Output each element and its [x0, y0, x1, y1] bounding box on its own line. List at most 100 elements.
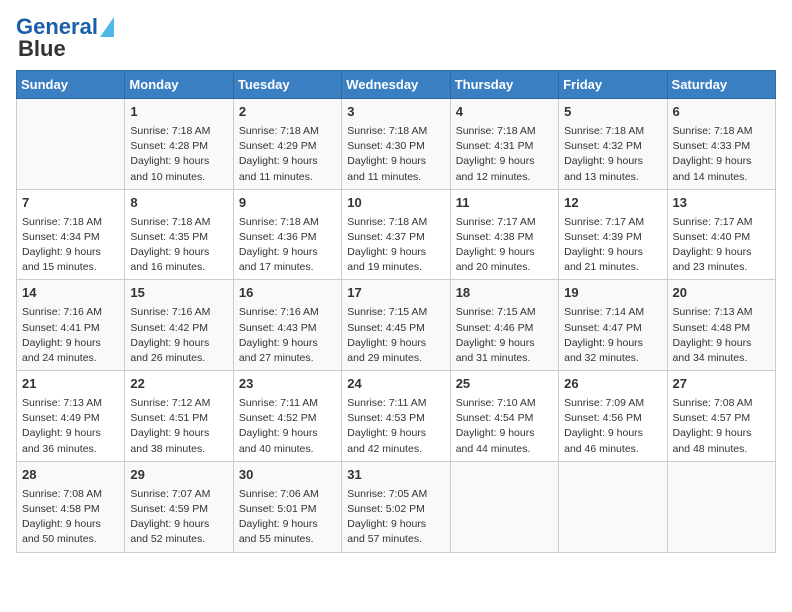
day-number: 3 — [347, 103, 444, 122]
calendar-cell: 24Sunrise: 7:11 AMSunset: 4:53 PMDayligh… — [342, 371, 450, 462]
day-number: 23 — [239, 375, 336, 394]
calendar-cell: 12 Sunrise: 7:17 AMSunset: 4:39 PMDayligh… — [559, 189, 667, 280]
calendar-cell — [667, 461, 775, 552]
day-number: 26 — [564, 375, 661, 394]
calendar-header: SundayMondayTuesdayWednesdayThursdayFrid… — [17, 71, 776, 99]
day-number: 9 — [239, 194, 336, 213]
calendar-cell: 6 Sunrise: 7:18 AMSunset: 4:33 PMDaylight… — [667, 99, 775, 190]
day-info: Sunrise: 7:18 AMSunset: 4:35 PMDaylight:… — [130, 215, 227, 276]
calendar-cell: 10 Sunrise: 7:18 AMSunset: 4:37 PMDayligh… — [342, 189, 450, 280]
day-number: 27 — [673, 375, 770, 394]
calendar-cell — [450, 461, 558, 552]
day-info: Sunrise: 7:18 AMSunset: 4:28 PMDaylight:… — [130, 124, 227, 185]
day-info: Sunrise: 7:09 AMSunset: 4:56 PMDaylight:… — [564, 396, 661, 457]
calendar-cell: 3 Sunrise: 7:18 AMSunset: 4:30 PMDaylight… — [342, 99, 450, 190]
day-number: 6 — [673, 103, 770, 122]
logo: General Blue — [16, 16, 114, 60]
day-info: Sunrise: 7:08 AMSunset: 4:58 PMDaylight:… — [22, 487, 119, 548]
day-number: 29 — [130, 466, 227, 485]
calendar-week-3: 14 Sunrise: 7:16 AMSunset: 4:41 PMDayligh… — [17, 280, 776, 371]
calendar-week-5: 28Sunrise: 7:08 AMSunset: 4:58 PMDayligh… — [17, 461, 776, 552]
day-number: 7 — [22, 194, 119, 213]
calendar-cell: 7 Sunrise: 7:18 AMSunset: 4:34 PMDaylight… — [17, 189, 125, 280]
calendar-week-4: 21Sunrise: 7:13 AMSunset: 4:49 PMDayligh… — [17, 371, 776, 462]
day-info: Sunrise: 7:10 AMSunset: 4:54 PMDaylight:… — [456, 396, 553, 457]
calendar-cell: 14 Sunrise: 7:16 AMSunset: 4:41 PMDayligh… — [17, 280, 125, 371]
day-info: Sunrise: 7:06 AMSunset: 5:01 PMDaylight:… — [239, 487, 336, 548]
day-info: Sunrise: 7:16 AMSunset: 4:41 PMDaylight:… — [22, 305, 119, 366]
calendar-cell: 15 Sunrise: 7:16 AMSunset: 4:42 PMDayligh… — [125, 280, 233, 371]
day-number: 17 — [347, 284, 444, 303]
calendar-cell: 21Sunrise: 7:13 AMSunset: 4:49 PMDayligh… — [17, 371, 125, 462]
calendar-cell: 17 Sunrise: 7:15 AMSunset: 4:45 PMDayligh… — [342, 280, 450, 371]
day-info: Sunrise: 7:17 AMSunset: 4:39 PMDaylight:… — [564, 215, 661, 276]
calendar-cell: 13 Sunrise: 7:17 AMSunset: 4:40 PMDayligh… — [667, 189, 775, 280]
calendar-cell: 23Sunrise: 7:11 AMSunset: 4:52 PMDayligh… — [233, 371, 341, 462]
day-number: 16 — [239, 284, 336, 303]
logo-blue-text: Blue — [18, 38, 66, 60]
day-number: 15 — [130, 284, 227, 303]
calendar-cell: 1Sunrise: 7:18 AMSunset: 4:28 PMDaylight… — [125, 99, 233, 190]
day-number: 11 — [456, 194, 553, 213]
calendar-cell: 20 Sunrise: 7:13 AMSunset: 4:48 PMDayligh… — [667, 280, 775, 371]
day-info: Sunrise: 7:18 AMSunset: 4:34 PMDaylight:… — [22, 215, 119, 276]
day-info: Sunrise: 7:18 AMSunset: 4:33 PMDaylight:… — [673, 124, 770, 185]
day-info: Sunrise: 7:14 AMSunset: 4:47 PMDaylight:… — [564, 305, 661, 366]
calendar-header-thursday: Thursday — [450, 71, 558, 99]
calendar-header-monday: Monday — [125, 71, 233, 99]
day-number: 12 — [564, 194, 661, 213]
logo-arrow-icon — [100, 17, 114, 37]
day-info: Sunrise: 7:17 AMSunset: 4:38 PMDaylight:… — [456, 215, 553, 276]
calendar-cell: 26 Sunrise: 7:09 AMSunset: 4:56 PMDayligh… — [559, 371, 667, 462]
calendar-week-2: 7 Sunrise: 7:18 AMSunset: 4:34 PMDaylight… — [17, 189, 776, 280]
calendar-cell — [17, 99, 125, 190]
page-header: General Blue — [16, 16, 776, 60]
day-number: 22 — [130, 375, 227, 394]
day-info: Sunrise: 7:11 AMSunset: 4:53 PMDaylight:… — [347, 396, 444, 457]
calendar-cell: 28Sunrise: 7:08 AMSunset: 4:58 PMDayligh… — [17, 461, 125, 552]
calendar-cell: 30Sunrise: 7:06 AMSunset: 5:01 PMDayligh… — [233, 461, 341, 552]
day-info: Sunrise: 7:18 AMSunset: 4:37 PMDaylight:… — [347, 215, 444, 276]
day-number: 5 — [564, 103, 661, 122]
day-info: Sunrise: 7:16 AMSunset: 4:43 PMDaylight:… — [239, 305, 336, 366]
day-info: Sunrise: 7:16 AMSunset: 4:42 PMDaylight:… — [130, 305, 227, 366]
day-info: Sunrise: 7:15 AMSunset: 4:46 PMDaylight:… — [456, 305, 553, 366]
day-number: 20 — [673, 284, 770, 303]
calendar-cell: 31Sunrise: 7:05 AMSunset: 5:02 PMDayligh… — [342, 461, 450, 552]
day-info: Sunrise: 7:07 AMSunset: 4:59 PMDaylight:… — [130, 487, 227, 548]
day-info: Sunrise: 7:18 AMSunset: 4:31 PMDaylight:… — [456, 124, 553, 185]
calendar-cell — [559, 461, 667, 552]
day-info: Sunrise: 7:05 AMSunset: 5:02 PMDaylight:… — [347, 487, 444, 548]
day-info: Sunrise: 7:13 AMSunset: 4:48 PMDaylight:… — [673, 305, 770, 366]
calendar-cell: 8Sunrise: 7:18 AMSunset: 4:35 PMDaylight… — [125, 189, 233, 280]
day-info: Sunrise: 7:12 AMSunset: 4:51 PMDaylight:… — [130, 396, 227, 457]
day-number: 19 — [564, 284, 661, 303]
calendar-cell: 27 Sunrise: 7:08 AMSunset: 4:57 PMDayligh… — [667, 371, 775, 462]
day-info: Sunrise: 7:18 AMSunset: 4:30 PMDaylight:… — [347, 124, 444, 185]
calendar-cell: 2Sunrise: 7:18 AMSunset: 4:29 PMDaylight… — [233, 99, 341, 190]
day-info: Sunrise: 7:13 AMSunset: 4:49 PMDaylight:… — [22, 396, 119, 457]
day-info: Sunrise: 7:15 AMSunset: 4:45 PMDaylight:… — [347, 305, 444, 366]
calendar-week-1: 1Sunrise: 7:18 AMSunset: 4:28 PMDaylight… — [17, 99, 776, 190]
day-number: 13 — [673, 194, 770, 213]
calendar-cell: 4 Sunrise: 7:18 AMSunset: 4:31 PMDaylight… — [450, 99, 558, 190]
calendar-table: SundayMondayTuesdayWednesdayThursdayFrid… — [16, 70, 776, 553]
calendar-cell: 29 Sunrise: 7:07 AMSunset: 4:59 PMDayligh… — [125, 461, 233, 552]
calendar-header-sunday: Sunday — [17, 71, 125, 99]
day-info: Sunrise: 7:17 AMSunset: 4:40 PMDaylight:… — [673, 215, 770, 276]
calendar-header-wednesday: Wednesday — [342, 71, 450, 99]
day-info: Sunrise: 7:08 AMSunset: 4:57 PMDaylight:… — [673, 396, 770, 457]
calendar-header-tuesday: Tuesday — [233, 71, 341, 99]
calendar-cell: 19 Sunrise: 7:14 AMSunset: 4:47 PMDayligh… — [559, 280, 667, 371]
day-number: 2 — [239, 103, 336, 122]
calendar-cell: 16 Sunrise: 7:16 AMSunset: 4:43 PMDayligh… — [233, 280, 341, 371]
calendar-cell: 11 Sunrise: 7:17 AMSunset: 4:38 PMDayligh… — [450, 189, 558, 280]
day-number: 4 — [456, 103, 553, 122]
calendar-cell: 9Sunrise: 7:18 AMSunset: 4:36 PMDaylight… — [233, 189, 341, 280]
calendar-cell: 5Sunrise: 7:18 AMSunset: 4:32 PMDaylight… — [559, 99, 667, 190]
day-number: 18 — [456, 284, 553, 303]
calendar-cell: 25Sunrise: 7:10 AMSunset: 4:54 PMDayligh… — [450, 371, 558, 462]
day-number: 10 — [347, 194, 444, 213]
logo-text: General — [16, 16, 98, 38]
day-number: 14 — [22, 284, 119, 303]
